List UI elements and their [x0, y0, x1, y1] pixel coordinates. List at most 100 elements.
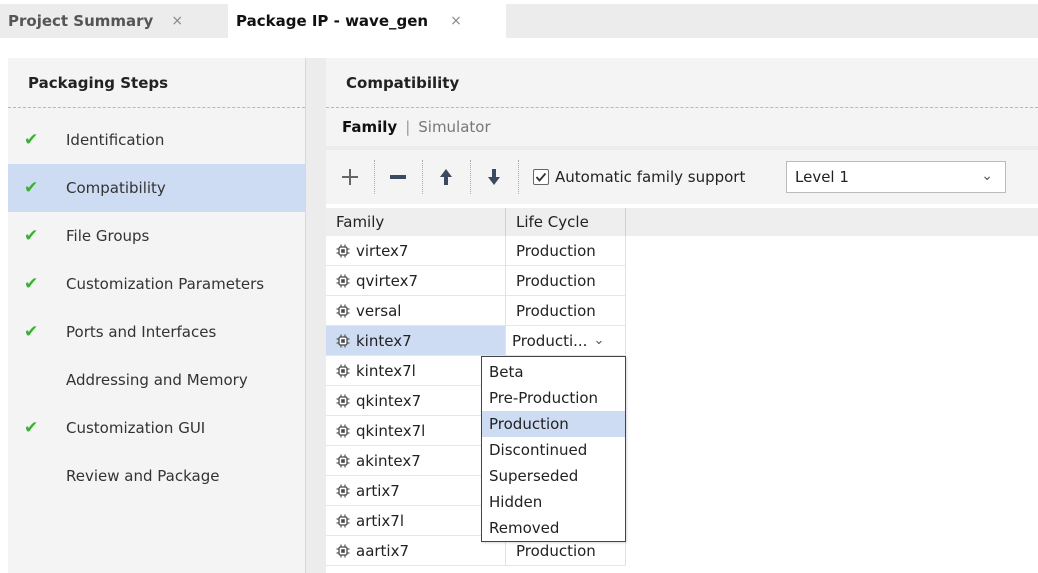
family-name: akintex7	[356, 451, 421, 470]
close-icon[interactable]: ×	[450, 13, 462, 29]
life-cycle-cell[interactable]: Production	[506, 296, 626, 326]
check-icon: ✔	[24, 226, 39, 246]
step-addressing-and-memory[interactable]: Addressing and Memory	[8, 356, 305, 404]
family-name: qkintex7	[356, 391, 422, 410]
plus-icon	[342, 169, 358, 185]
life-cycle-value: Producti...	[512, 331, 588, 350]
table-row[interactable]: virtex7 Production	[326, 236, 1038, 266]
family-name: qvirtex7	[356, 271, 418, 290]
family-cell[interactable]: qkintex7	[326, 386, 506, 416]
packaging-steps-panel: Packaging Steps ✔ Identification ✔ Compa…	[8, 58, 306, 573]
step-file-groups[interactable]: ✔ File Groups	[8, 212, 305, 260]
family-name: artix7	[356, 481, 400, 500]
auto-family-checkbox[interactable]	[533, 169, 549, 185]
dropdown-option[interactable]: Hidden	[482, 489, 625, 515]
tab-project-summary[interactable]: Project Summary ×	[8, 4, 228, 38]
compatibility-panel: Compatibility Family | Simulator Automat…	[326, 58, 1038, 573]
life-cycle-cell[interactable]: Production	[506, 236, 626, 266]
family-name: kintex7	[356, 331, 412, 350]
life-cycle-cell[interactable]: Producti... ⌄	[506, 326, 626, 356]
tab-package-ip[interactable]: Package IP - wave_gen ×	[230, 4, 506, 38]
step-customization-parameters[interactable]: ✔ Customization Parameters	[8, 260, 305, 308]
family-cell[interactable]: kintex7l	[326, 356, 506, 386]
table-row[interactable]: artix7l	[326, 506, 1038, 536]
step-label: File Groups	[66, 227, 150, 245]
table-row[interactable]: aartix7 Production	[326, 536, 1038, 566]
level-value: Level 1	[795, 168, 849, 186]
column-header-life-cycle[interactable]: Life Cycle	[506, 208, 626, 236]
table-row[interactable]: kintex7 Producti... ⌄	[326, 326, 1038, 356]
family-table: Family Life Cycle virtex7 Production qvirt…	[326, 208, 1038, 566]
checkmark-icon	[535, 172, 547, 182]
dropdown-option[interactable]: Production	[482, 411, 625, 437]
chip-icon	[336, 484, 350, 497]
family-cell[interactable]: virtex7	[326, 236, 506, 266]
table-row[interactable]: akintex7	[326, 446, 1038, 476]
family-cell[interactable]: artix7l	[326, 506, 506, 536]
add-button[interactable]	[326, 150, 374, 204]
table-row[interactable]: qvirtex7 Production	[326, 266, 1038, 296]
step-compatibility[interactable]: ✔ Compatibility	[8, 164, 305, 212]
minus-icon	[390, 175, 406, 179]
family-cell[interactable]: akintex7	[326, 446, 506, 476]
subtab-bar: Family | Simulator	[326, 108, 1038, 146]
step-label: Addressing and Memory	[66, 371, 248, 389]
check-icon: ✔	[24, 274, 39, 294]
step-customization-gui[interactable]: ✔ Customization GUI	[8, 404, 305, 452]
chip-icon	[336, 274, 350, 287]
auto-family-label: Automatic family support	[555, 168, 746, 186]
subtab-family[interactable]: Family	[342, 118, 397, 136]
panel-splitter[interactable]	[306, 58, 326, 573]
toolbar-separator	[518, 160, 519, 194]
family-cell[interactable]: artix7	[326, 476, 506, 506]
automatic-family-support[interactable]: Automatic family support	[533, 168, 745, 186]
step-label: Identification	[66, 131, 165, 149]
subtab-simulator[interactable]: Simulator	[418, 118, 490, 136]
table-row[interactable]: qkintex7l	[326, 416, 1038, 446]
subtab-separator: |	[405, 118, 411, 136]
step-label: Compatibility	[66, 179, 166, 197]
tab-bar: Project Summary × Package IP - wave_gen …	[0, 0, 1038, 40]
close-icon[interactable]: ×	[171, 13, 183, 29]
life-cycle-cell[interactable]: Production	[506, 266, 626, 296]
life-cycle-value: Production	[516, 271, 596, 290]
dropdown-option[interactable]: Superseded	[482, 463, 625, 489]
level-select[interactable]: Level 1 ⌄	[786, 161, 1006, 193]
step-review-and-package[interactable]: Review and Package	[8, 452, 305, 500]
family-name: aartix7	[356, 541, 410, 560]
chip-icon	[336, 454, 350, 467]
steps-list: ✔ Identification ✔ Compatibility ✔ File …	[8, 108, 305, 500]
tab-label: Package IP - wave_gen	[236, 12, 429, 30]
step-identification[interactable]: ✔ Identification	[8, 116, 305, 164]
chip-icon	[336, 244, 350, 257]
dropdown-option[interactable]: Pre-Production	[482, 385, 625, 411]
column-header-family[interactable]: Family	[326, 208, 506, 236]
family-cell[interactable]: kintex7	[326, 326, 506, 356]
table-row[interactable]: qkintex7	[326, 386, 1038, 416]
step-label: Customization GUI	[66, 419, 206, 437]
dropdown-option[interactable]: Beta	[482, 359, 625, 385]
table-header: Family Life Cycle	[326, 208, 1038, 236]
step-ports-and-interfaces[interactable]: ✔ Ports and Interfaces	[8, 308, 305, 356]
check-icon: ✔	[24, 130, 39, 150]
family-name: virtex7	[356, 241, 409, 260]
table-row[interactable]: kintex7l	[326, 356, 1038, 386]
column-header-filler	[626, 208, 1038, 236]
life-cycle-select[interactable]: Producti... ⌄	[508, 327, 625, 355]
dropdown-option[interactable]: Removed	[482, 515, 625, 541]
table-row[interactable]: versal Production	[326, 296, 1038, 326]
remove-button[interactable]	[374, 150, 422, 204]
move-down-button[interactable]	[470, 150, 518, 204]
family-cell[interactable]: qvirtex7	[326, 266, 506, 296]
table-row[interactable]: artix7	[326, 476, 1038, 506]
move-up-button[interactable]	[422, 150, 470, 204]
family-cell[interactable]: aartix7	[326, 536, 506, 566]
chip-icon	[336, 514, 350, 527]
toolbar: Automatic family support Level 1 ⌄	[326, 150, 1038, 204]
panel-title: Packaging Steps	[8, 58, 305, 108]
family-cell[interactable]: versal	[326, 296, 506, 326]
dropdown-option[interactable]: Discontinued	[482, 437, 625, 463]
life-cycle-value: Production	[516, 301, 596, 320]
family-cell[interactable]: qkintex7l	[326, 416, 506, 446]
chip-icon	[336, 394, 350, 407]
